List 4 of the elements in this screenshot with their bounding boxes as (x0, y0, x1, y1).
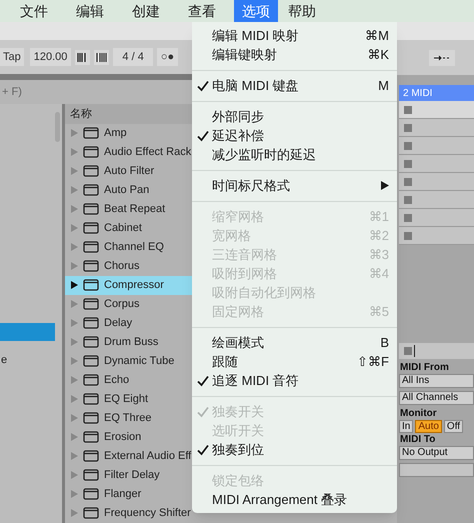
section-label: MIDI To (399, 434, 436, 446)
shortcut-hint: + F) (2, 84, 22, 100)
section-label: MIDI From (399, 362, 450, 374)
section-label: Monitor (399, 408, 438, 420)
